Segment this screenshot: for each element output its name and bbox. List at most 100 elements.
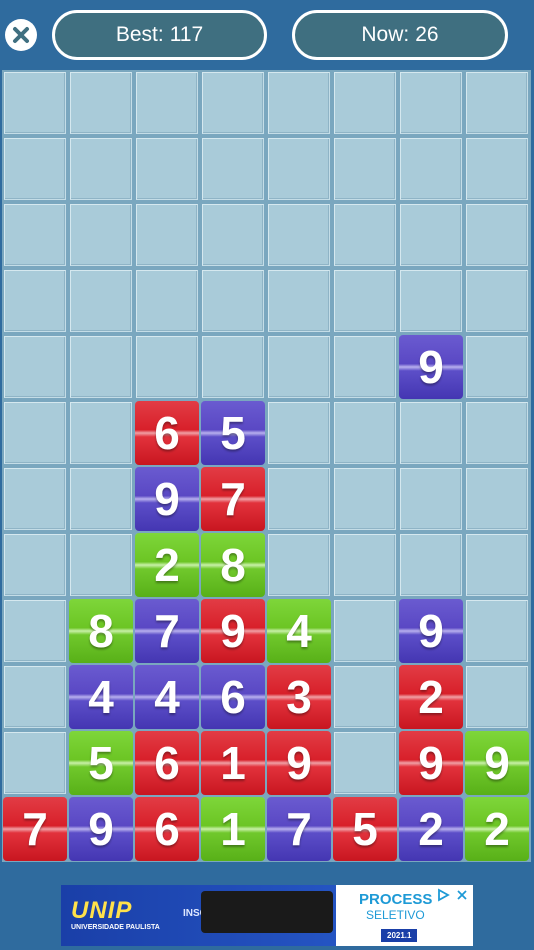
board-cell [4,72,66,134]
board-cell [400,72,462,134]
number-tile[interactable]: 5 [69,731,133,795]
tile-number: 5 [352,803,378,855]
board-cell [466,270,528,332]
tile-number: 9 [88,803,114,855]
tile-number: 4 [88,671,114,723]
tile-number: 7 [286,803,312,855]
tile-number: 9 [418,737,444,789]
tile-number: 9 [418,341,444,393]
board-cell [466,468,528,530]
number-tile[interactable]: 9 [135,467,199,531]
tile-number: 2 [418,803,444,855]
board-cell [136,138,198,200]
close-button[interactable] [5,19,37,51]
ad-choices[interactable] [433,886,471,904]
number-tile[interactable]: 2 [465,797,529,861]
board-cell [4,732,66,794]
board-cell [334,402,396,464]
board-cell [400,270,462,332]
tile-number: 6 [154,407,180,459]
number-tile[interactable]: 5 [201,401,265,465]
board-cell [400,534,462,596]
tile-number: 9 [220,605,246,657]
number-tile[interactable]: 9 [267,731,331,795]
number-tile[interactable]: 1 [201,731,265,795]
board-cell [400,204,462,266]
board-cell [202,72,264,134]
tile-number: 9 [286,737,312,789]
number-tile[interactable]: 6 [135,731,199,795]
number-tile[interactable]: 2 [399,797,463,861]
board-cell [466,138,528,200]
number-tile[interactable]: 7 [201,467,265,531]
number-tile[interactable]: 7 [3,797,67,861]
tile-number: 9 [154,473,180,525]
number-tile[interactable]: 6 [135,401,199,465]
board-cell [4,204,66,266]
tile-number: 7 [154,605,180,657]
board-cell [70,468,132,530]
board-cell [4,666,66,728]
board-cell [466,72,528,134]
number-tile[interactable]: 5 [333,797,397,861]
number-tile[interactable]: 4 [135,665,199,729]
tile-number: 1 [220,803,246,855]
number-tile[interactable]: 7 [267,797,331,861]
board-cell [202,204,264,266]
number-tile[interactable]: 9 [399,731,463,795]
number-tile[interactable]: 9 [201,599,265,663]
number-tile[interactable]: 3 [267,665,331,729]
ad-banner[interactable]: UNIP UNIVERSIDADE PAULISTA INSC PROCESSO… [61,885,473,946]
board-cell [136,270,198,332]
board-cell [268,270,330,332]
ad-year-badge: 2021.1 [381,929,418,942]
board-cell [466,534,528,596]
number-tile[interactable]: 4 [267,599,331,663]
number-tile[interactable]: 9 [399,599,463,663]
best-score-display: Best: 117 [52,10,267,60]
best-score-value: 117 [169,23,204,46]
number-tile[interactable]: 8 [69,599,133,663]
number-tile[interactable]: 9 [399,335,463,399]
board-cell [136,336,198,398]
board-cell [202,270,264,332]
board-cell [334,72,396,134]
tile-number: 4 [154,671,180,723]
board-cell [268,204,330,266]
board-cell [334,732,396,794]
close-icon [13,27,29,43]
board-cell [136,72,198,134]
tile-number: 5 [88,737,114,789]
number-tile[interactable]: 9 [69,797,133,861]
board-cell [334,138,396,200]
number-tile[interactable]: 1 [201,797,265,861]
board-cell [70,336,132,398]
adchoices-icon[interactable] [436,888,450,902]
ad-close-icon[interactable] [456,889,468,901]
number-tile[interactable]: 6 [135,797,199,861]
board-cell [268,72,330,134]
ad-title: PROCESSO [359,891,445,908]
board-cell [334,204,396,266]
number-tile[interactable]: 2 [135,533,199,597]
game-board[interactable]: 9659728879494463256199979617522 [2,70,531,862]
tile-number: 8 [88,605,114,657]
number-tile[interactable]: 9 [465,731,529,795]
board-cell [70,270,132,332]
number-tile[interactable]: 4 [69,665,133,729]
tile-number: 9 [418,605,444,657]
board-cell [70,72,132,134]
board-cell [334,600,396,662]
board-cell [202,336,264,398]
number-tile[interactable]: 2 [399,665,463,729]
board-cell [4,270,66,332]
ad-image-block [201,891,333,933]
board-cell [70,402,132,464]
board-cell [334,468,396,530]
tile-number: 2 [484,803,510,855]
tile-number: 7 [220,473,246,525]
number-tile[interactable]: 6 [201,665,265,729]
board-cell [268,402,330,464]
number-tile[interactable]: 7 [135,599,199,663]
number-tile[interactable]: 8 [201,533,265,597]
